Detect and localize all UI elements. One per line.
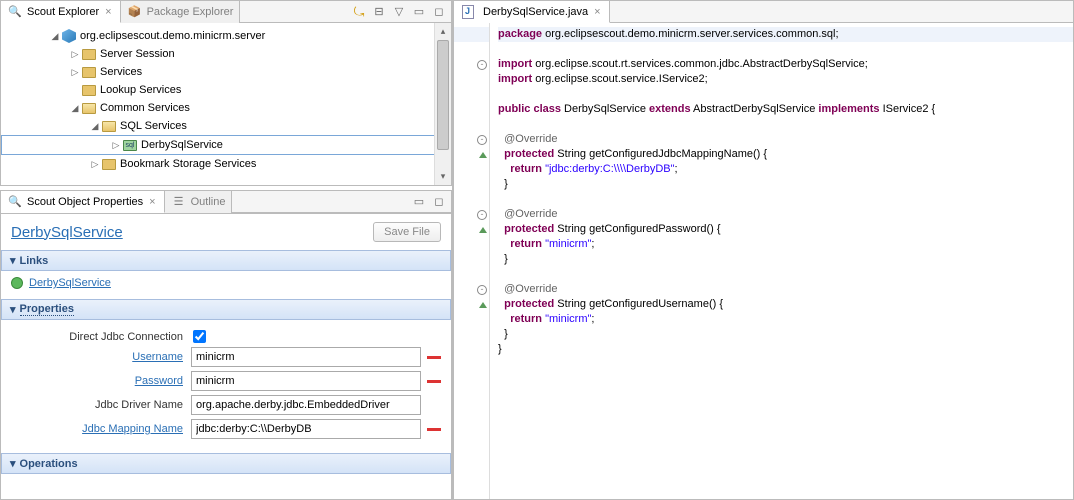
chevron-down-icon: ▾ bbox=[10, 254, 16, 267]
scroll-down-icon[interactable]: ▾ bbox=[435, 168, 451, 185]
scout-tree: ◢org.eclipsescout.demo.minicrm.server ▷S… bbox=[1, 23, 451, 185]
save-file-button[interactable]: Save File bbox=[373, 222, 441, 242]
folder-icon bbox=[82, 67, 96, 78]
folder-open-icon bbox=[82, 103, 96, 114]
tree-node[interactable]: ▷Bookmark Storage Services bbox=[1, 155, 451, 173]
label-driver: Jdbc Driver Name bbox=[11, 399, 191, 411]
code-area[interactable]: package org.eclipsescout.demo.minicrm.se… bbox=[490, 23, 1073, 499]
tab-label: Scout Object Properties bbox=[27, 196, 143, 208]
props-title[interactable]: DerbySqlService bbox=[11, 224, 123, 241]
tree-node[interactable]: Lookup Services bbox=[1, 81, 451, 99]
fold-icon[interactable]: - bbox=[477, 285, 487, 295]
scroll-thumb[interactable] bbox=[437, 40, 449, 150]
explorer-tabbar: 🔍 Scout Explorer × 📦 Package Explorer ⤿ … bbox=[1, 1, 451, 23]
tree-node[interactable]: ▷Server Session bbox=[1, 45, 451, 63]
minimize-icon[interactable]: ▭ bbox=[411, 194, 427, 210]
tab-label: Outline bbox=[191, 196, 226, 208]
props-tabbar: 🔍 Scout Object Properties × ☰ Outline ▭ … bbox=[1, 191, 451, 213]
close-icon[interactable]: × bbox=[592, 6, 602, 18]
class-icon bbox=[11, 277, 23, 289]
tab-label: Package Explorer bbox=[147, 6, 234, 18]
scroll-up-icon[interactable]: ▴ bbox=[435, 23, 451, 40]
scout-explorer-icon: 🔍 bbox=[7, 4, 23, 20]
fold-icon[interactable]: - bbox=[477, 60, 487, 70]
label-mapping[interactable]: Jdbc Mapping Name bbox=[11, 423, 191, 435]
tree-node[interactable]: ◢Common Services bbox=[1, 99, 451, 117]
modified-indicator-icon bbox=[427, 356, 441, 359]
tree-node-selected[interactable]: ▷sqlDerbySqlService bbox=[1, 135, 451, 155]
java-file-icon bbox=[462, 5, 474, 19]
override-marker-icon bbox=[479, 302, 487, 308]
folder-open-icon bbox=[102, 121, 116, 132]
editor-ruler: - - - - bbox=[454, 23, 490, 499]
scrollbar-vertical[interactable]: ▴ ▾ bbox=[434, 23, 451, 185]
props-panel: DerbySqlService Save File ▾Links DerbySq… bbox=[1, 213, 451, 499]
tab-label: DerbySqlService.java bbox=[483, 6, 588, 18]
label-username[interactable]: Username bbox=[11, 351, 191, 363]
cube-icon bbox=[62, 29, 76, 43]
refresh-icon[interactable]: ⤿ bbox=[351, 4, 367, 20]
package-explorer-icon: 📦 bbox=[127, 4, 143, 20]
label-direct-jdbc: Direct Jdbc Connection bbox=[11, 331, 191, 343]
section-operations-header[interactable]: ▾Operations bbox=[1, 453, 451, 474]
service-icon: sql bbox=[123, 140, 137, 151]
folder-icon bbox=[102, 159, 116, 170]
maximize-icon[interactable]: ◻ bbox=[431, 4, 447, 20]
editor-tabbar: DerbySqlService.java × bbox=[454, 1, 1073, 23]
tree-node-root[interactable]: ◢org.eclipsescout.demo.minicrm.server bbox=[1, 27, 451, 45]
tab-scout-explorer[interactable]: 🔍 Scout Explorer × bbox=[1, 1, 121, 23]
tab-label: Scout Explorer bbox=[27, 6, 99, 18]
chevron-down-icon: ▾ bbox=[10, 303, 16, 316]
code-editor[interactable]: - - - - package org bbox=[454, 23, 1073, 499]
link-derbysqlservice[interactable]: DerbySqlService bbox=[29, 277, 111, 289]
checkbox-direct-jdbc[interactable] bbox=[193, 330, 206, 343]
folder-icon bbox=[82, 85, 96, 96]
maximize-icon[interactable]: ◻ bbox=[431, 194, 447, 210]
collapse-icon[interactable]: ⊟ bbox=[371, 4, 387, 20]
label-password[interactable]: Password bbox=[11, 375, 191, 387]
tab-editor-file[interactable]: DerbySqlService.java × bbox=[454, 1, 610, 23]
fold-icon[interactable]: - bbox=[477, 135, 487, 145]
close-icon[interactable]: × bbox=[103, 6, 113, 18]
input-username[interactable] bbox=[191, 347, 421, 367]
tree-node[interactable]: ◢SQL Services bbox=[1, 117, 451, 135]
tab-outline[interactable]: ☰ Outline bbox=[165, 191, 233, 213]
section-links-header[interactable]: ▾Links bbox=[1, 250, 451, 271]
tab-scout-props[interactable]: 🔍 Scout Object Properties × bbox=[1, 191, 165, 213]
folder-icon bbox=[82, 49, 96, 60]
minimize-icon[interactable]: ▭ bbox=[411, 4, 427, 20]
input-driver[interactable] bbox=[191, 395, 421, 415]
section-properties-header[interactable]: ▾Properties bbox=[1, 299, 451, 320]
tree-node[interactable]: ▷Services bbox=[1, 63, 451, 81]
override-marker-icon bbox=[479, 227, 487, 233]
input-password[interactable] bbox=[191, 371, 421, 391]
fold-icon[interactable]: - bbox=[477, 210, 487, 220]
outline-icon: ☰ bbox=[171, 194, 187, 210]
view-menu-icon[interactable]: ▽ bbox=[391, 4, 407, 20]
modified-indicator-icon bbox=[427, 428, 441, 431]
close-icon[interactable]: × bbox=[147, 196, 157, 208]
tab-package-explorer[interactable]: 📦 Package Explorer bbox=[121, 1, 241, 23]
input-mapping[interactable] bbox=[191, 419, 421, 439]
modified-indicator-icon bbox=[427, 380, 441, 383]
props-icon: 🔍 bbox=[7, 194, 23, 210]
chevron-down-icon: ▾ bbox=[10, 457, 16, 470]
override-marker-icon bbox=[479, 152, 487, 158]
